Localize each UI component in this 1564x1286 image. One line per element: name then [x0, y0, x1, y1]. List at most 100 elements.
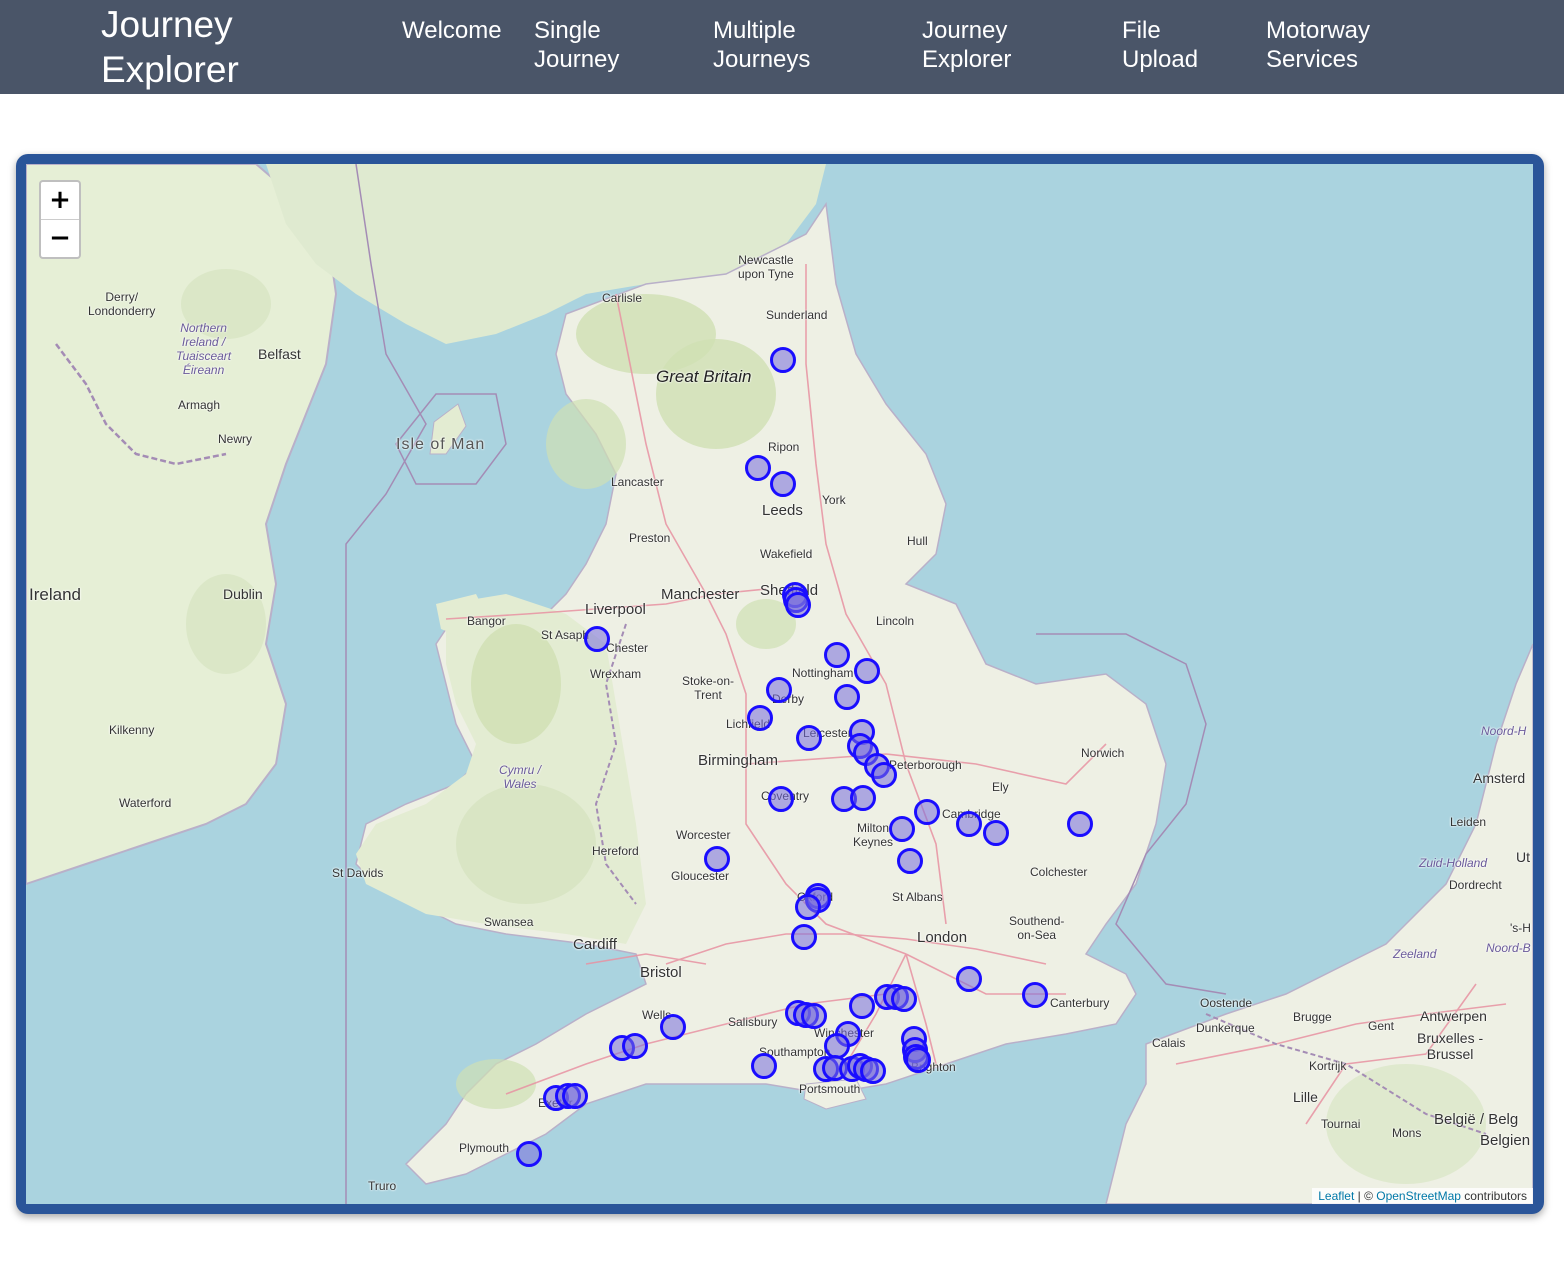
label-carlisle: Carlisle: [602, 291, 643, 305]
map-attribution: Leaflet | © OpenStreetMap contributors: [1312, 1188, 1533, 1204]
navbar: Journey Explorer Welcome Single Journey …: [0, 0, 1564, 94]
label-preston: Preston: [629, 531, 671, 545]
label-lancaster: Lancaster: [611, 475, 664, 489]
label-ripon: Ripon: [768, 440, 800, 454]
journey-marker[interactable]: [794, 893, 821, 920]
nav-welcome[interactable]: Welcome: [402, 16, 502, 45]
label-london: London: [917, 929, 968, 946]
journey-marker[interactable]: [750, 1052, 777, 1079]
zoom-in-button[interactable]: +: [41, 182, 79, 219]
label-noord-holland: Noord-H: [1481, 724, 1527, 738]
label-derry: Derry/ Londonderry: [88, 290, 156, 318]
nav-multiple-journeys[interactable]: Multiple Journeys: [713, 16, 810, 74]
label-dublin: Dublin: [223, 586, 263, 602]
label-ireland: Ireland: [29, 585, 81, 604]
label-st-asaph: St Asaph: [541, 628, 590, 642]
journey-marker[interactable]: [853, 657, 880, 684]
journey-marker[interactable]: [849, 784, 876, 811]
journey-marker[interactable]: [770, 347, 796, 373]
label-bangor: Bangor: [467, 614, 506, 628]
journey-marker[interactable]: [746, 705, 773, 732]
label-ely: Ely: [992, 780, 1009, 794]
label-hull: Hull: [907, 534, 928, 548]
label-mons: Mons: [1392, 1126, 1422, 1140]
label-utrecht: Ut: [1516, 849, 1530, 865]
label-milton-keynes: Milton Keynes: [853, 821, 894, 849]
journey-marker[interactable]: [703, 846, 730, 873]
journey-marker[interactable]: [891, 985, 918, 1012]
label-chester: Chester: [606, 641, 649, 655]
osm-link[interactable]: OpenStreetMap: [1376, 1189, 1461, 1203]
nav-single-journey[interactable]: Single Journey: [534, 16, 619, 74]
label-st-davids: St Davids: [332, 866, 384, 880]
label-belgie: België / Belg: [1434, 1111, 1519, 1128]
label-newry: Newry: [218, 432, 253, 446]
journey-marker[interactable]: [823, 641, 850, 668]
label-wrexham: Wrexham: [590, 667, 642, 681]
brand-title[interactable]: Journey Explorer: [101, 2, 281, 92]
label-lincoln: Lincoln: [876, 614, 915, 628]
label-armagh: Armagh: [178, 398, 221, 412]
label-amsterdam: Amsterd: [1473, 770, 1526, 786]
zoom-out-button[interactable]: −: [41, 219, 79, 257]
label-cardiff: Cardiff: [573, 936, 617, 953]
label-kilkenny: Kilkenny: [109, 723, 155, 737]
label-peterborough: Peterborough: [889, 758, 962, 772]
journey-marker[interactable]: [745, 454, 771, 481]
journey-marker[interactable]: [800, 1003, 827, 1030]
label-salisbury: Salisbury: [728, 1015, 778, 1029]
journey-marker[interactable]: [955, 966, 982, 993]
label-york: York: [822, 493, 846, 507]
label-birmingham: Birmingham: [698, 752, 779, 769]
leaflet-link[interactable]: Leaflet: [1318, 1189, 1354, 1203]
journey-marker[interactable]: [914, 798, 941, 825]
label-antwerpen: Antwerpen: [1420, 1008, 1487, 1024]
journey-marker[interactable]: [896, 848, 923, 875]
label-colchester: Colchester: [1030, 865, 1088, 879]
label-wakefield: Wakefield: [760, 547, 813, 561]
label-stoke: Stoke-on- Trent: [682, 674, 735, 702]
journey-marker[interactable]: [1021, 982, 1048, 1009]
label-oostende: Oostende: [1200, 996, 1253, 1010]
journey-marker[interactable]: [1067, 811, 1093, 838]
nav-journey-explorer[interactable]: Journey Explorer: [922, 16, 1011, 74]
journey-marker[interactable]: [795, 724, 822, 751]
label-leeds: Leeds: [762, 502, 803, 519]
label-lille: Lille: [1293, 1089, 1318, 1105]
label-canterbury: Canterbury: [1050, 996, 1110, 1010]
label-norwich: Norwich: [1081, 746, 1125, 760]
journey-marker[interactable]: [870, 761, 897, 788]
label-worcester: Worcester: [676, 828, 731, 842]
label-leiden: Leiden: [1450, 815, 1487, 829]
label-calais: Calais: [1152, 1036, 1186, 1050]
label-northern-ireland: Northern Ireland / Tuaisceart Éireann: [176, 321, 232, 377]
nav-motorway-services[interactable]: Motorway Services: [1266, 16, 1370, 74]
label-hereford: Hereford: [592, 844, 639, 858]
ireland-landmass: [26, 164, 338, 886]
label-southend: Southend- on-Sea: [1009, 914, 1065, 942]
label-belgien: Belgien: [1480, 1132, 1531, 1149]
label-s-hertogenbosch: 's-H: [1510, 921, 1531, 935]
journey-marker[interactable]: [848, 992, 875, 1019]
label-truro: Truro: [368, 1179, 397, 1193]
label-noord-brabant: Noord-B: [1486, 941, 1531, 955]
label-belfast: Belfast: [258, 346, 301, 362]
journey-marker[interactable]: [562, 1082, 589, 1109]
label-waterford: Waterford: [119, 796, 172, 810]
label-st-albans: St Albans: [892, 890, 943, 904]
journey-marker[interactable]: [770, 470, 796, 497]
label-dordrecht: Dordrecht: [1449, 878, 1502, 892]
journey-marker[interactable]: [766, 676, 793, 703]
label-cymru: Cymru / Wales: [499, 763, 541, 791]
label-brugge: Brugge: [1293, 1010, 1332, 1024]
label-zeeland: Zeeland: [1393, 947, 1437, 961]
journey-marker[interactable]: [791, 923, 818, 950]
nav-file-upload[interactable]: File Upload: [1122, 16, 1198, 74]
label-nottingham: Nottingham: [792, 666, 854, 680]
journey-marker[interactable]: [904, 1047, 931, 1074]
label-bruxelles: Bruxelles - Brussel: [1417, 1030, 1484, 1062]
label-dunkerque: Dunkerque: [1196, 1021, 1255, 1035]
label-kortrijk: Kortrijk: [1309, 1059, 1347, 1073]
map-view[interactable]: Newcastle upon Tyne Sunderland Carlisle …: [26, 164, 1533, 1204]
label-zuid-holland: Zuid-Holland: [1419, 856, 1488, 870]
